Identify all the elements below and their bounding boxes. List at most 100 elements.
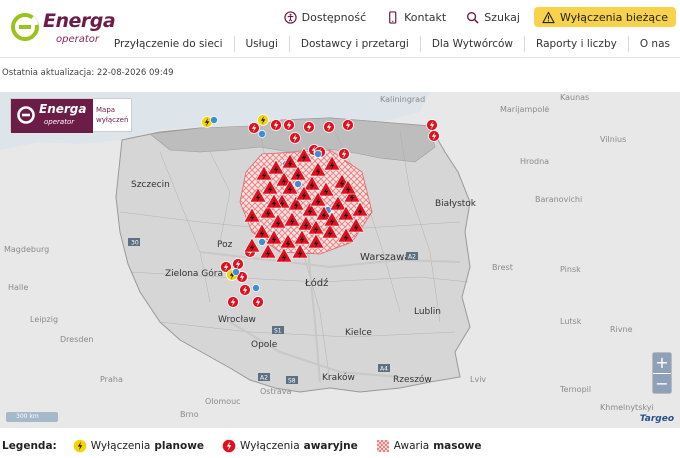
city-label: Dresden	[60, 335, 93, 344]
search-link[interactable]: Szukaj	[456, 7, 530, 27]
emergency-outage-marker[interactable]	[428, 130, 440, 142]
badge-brand-sub: operator	[44, 118, 75, 126]
outage-map[interactable]: Szczecin Białystok Warszawa Poz Zielona …	[0, 92, 680, 428]
current-outages-button[interactable]: Wyłączenia bieżące	[533, 7, 676, 27]
city-label: Olomouc	[205, 397, 241, 406]
legend-emergency-prefix: Wyłączenia	[240, 440, 300, 452]
emergency-outage-marker[interactable]	[323, 121, 335, 133]
accessibility-label: Dostępność	[301, 10, 367, 24]
city-label: Kraków	[322, 372, 355, 383]
legend-planned-bold: planowe	[154, 440, 205, 452]
road-shield: A4	[380, 366, 388, 373]
cluster-marker[interactable]	[294, 180, 302, 188]
emergency-outage-marker[interactable]	[232, 258, 244, 270]
road-shield: A2	[260, 375, 268, 382]
city-label: Rzeszów	[393, 374, 432, 385]
badge-brand-name: Energa	[39, 102, 87, 116]
cluster-marker[interactable]	[232, 268, 240, 276]
emergency-outage-marker[interactable]	[239, 284, 251, 296]
city-label: Lublin	[414, 307, 441, 317]
map-attribution[interactable]: Targeo	[640, 414, 674, 424]
nav-services[interactable]: Usługi	[235, 36, 290, 52]
city-label: Szczecin	[131, 180, 170, 190]
emergency-outage-marker[interactable]	[248, 122, 260, 134]
emergency-outage-marker[interactable]	[289, 132, 301, 144]
city-label: Kaunas	[560, 93, 589, 102]
city-label: Magdeburg	[4, 245, 49, 254]
city-label: Ostrava	[260, 387, 292, 396]
city-label: Łódź	[304, 277, 328, 289]
site-header: Energa operator Dostępność Kontakt Szuka…	[0, 0, 680, 58]
city-label: Baranovichi	[535, 195, 582, 204]
current-outages-label: Wyłączenia bieżące	[559, 10, 668, 24]
nav-reports[interactable]: Raporty i liczby	[525, 36, 629, 52]
emergency-outage-marker[interactable]	[426, 119, 438, 131]
cluster-marker[interactable]	[252, 284, 260, 292]
emergency-outage-marker[interactable]	[283, 119, 295, 131]
city-label: Leipzig	[30, 315, 58, 324]
emergency-outage-marker[interactable]	[303, 121, 315, 133]
emergency-outage-marker[interactable]	[252, 296, 264, 308]
legend-title: Legenda:	[2, 440, 57, 452]
badge-logo: Energa operator	[11, 99, 93, 133]
emergency-outage-marker[interactable]	[227, 296, 239, 308]
planned-outage-icon	[73, 439, 87, 453]
emergency-outage-marker[interactable]	[270, 119, 282, 131]
nav-connection[interactable]: Przyłączenie do sieci	[103, 36, 235, 52]
badge-title: Mapa wyłączeń	[96, 106, 129, 124]
legend-emergency: Wyłączenia awaryjne	[222, 439, 358, 453]
city-label: Opole	[251, 340, 278, 350]
city-label: Brno	[180, 410, 199, 419]
zoom-out-button[interactable]: −	[653, 373, 671, 393]
legend-mass-prefix: Awaria	[393, 440, 430, 452]
city-label: Halle	[8, 283, 28, 292]
phone-icon	[389, 10, 397, 24]
cluster-marker[interactable]	[258, 238, 266, 246]
planned-outage-marker[interactable]	[257, 114, 269, 126]
city-label: Brest	[492, 263, 513, 272]
utility-nav: Dostępność Kontakt Szukaj Wyłączenia bie…	[274, 7, 676, 27]
energa-logo-mark-icon	[11, 13, 39, 41]
search-label: Szukaj	[484, 10, 520, 24]
brand-name: Energa	[43, 10, 116, 32]
city-label: Ternopil	[559, 385, 591, 394]
cluster-marker[interactable]	[258, 130, 266, 138]
accessibility-link[interactable]: Dostępność	[274, 7, 376, 27]
city-label: Marijampolė	[500, 105, 549, 114]
main-nav: Przyłączenie do sieci Usługi Dostawcy i …	[103, 36, 674, 52]
nav-producers[interactable]: Dla Wytwórców	[421, 36, 525, 52]
contact-label: Kontakt	[404, 10, 447, 24]
city-label: Wrocław	[218, 315, 256, 325]
map-scale-bar: 300 km	[6, 412, 58, 422]
scale-label: 300 km	[16, 413, 39, 420]
search-icon	[467, 11, 479, 24]
cluster-marker[interactable]	[210, 116, 218, 124]
city-label: Kielce	[345, 328, 372, 338]
road-shield: S1	[274, 328, 282, 335]
last-update-text: Ostatnia aktualizacja: 22-08-2026 09:49	[2, 68, 174, 78]
city-label: Kaliningrad	[380, 95, 425, 104]
warning-icon	[542, 11, 555, 23]
emergency-outage-icon	[222, 439, 236, 453]
contact-link[interactable]: Kontakt	[376, 7, 456, 27]
energa-logo-mark-icon	[17, 106, 35, 124]
city-label: Białystok	[435, 199, 477, 209]
nav-about[interactable]: O nas	[629, 36, 674, 52]
road-shield: A2	[408, 254, 416, 261]
emergency-outage-marker[interactable]	[338, 148, 350, 160]
cluster-marker[interactable]	[314, 150, 322, 158]
emergency-outage-marker[interactable]	[342, 119, 354, 131]
brand-sub: operator	[56, 34, 100, 45]
zoom-control: + −	[652, 352, 672, 394]
city-label: Praha	[100, 375, 123, 384]
city-label: Zielona Góra	[165, 268, 223, 279]
nav-suppliers[interactable]: Dostawcy i przetargi	[290, 36, 421, 52]
zoom-in-button[interactable]: +	[653, 353, 671, 373]
accessibility-icon	[283, 10, 297, 24]
road-shield: S8	[288, 378, 296, 385]
city-label: Poz	[217, 240, 233, 250]
city-label: Pinsk	[560, 265, 581, 274]
legend-mass-bold: masowe	[433, 440, 482, 452]
city-label: Warszawa	[360, 252, 410, 263]
city-label: Lutsk	[560, 317, 582, 326]
